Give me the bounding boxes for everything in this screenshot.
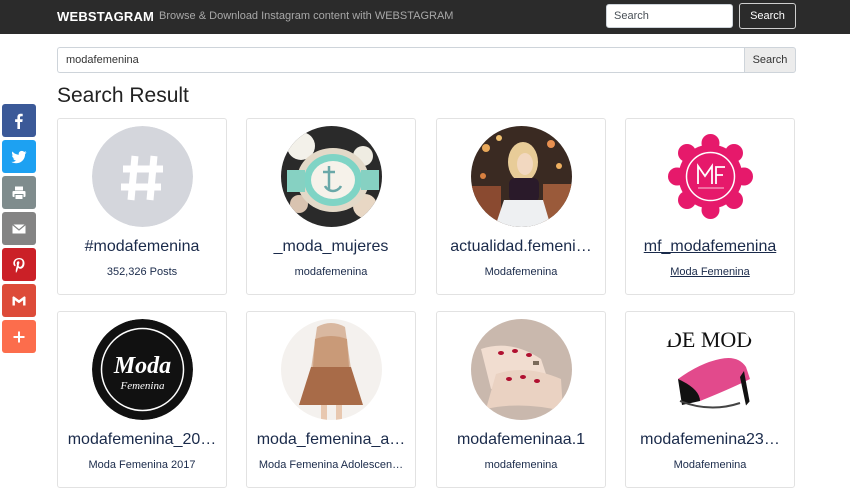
result-title[interactable]: moda_femenina_a… [247,431,415,449]
result-title[interactable]: modafemenina_20… [58,431,226,449]
profile-avatar[interactable]: DE MOD [660,319,761,420]
result-title[interactable]: modafemeninaa.1 [437,431,605,449]
result-subtitle: Moda Femenina Adolescen… [258,459,404,471]
pinterest-share-button[interactable] [2,248,36,281]
result-title[interactable]: _moda_mujeres [247,238,415,256]
result-card[interactable]: modafemeninaa.1 modafemenina [436,311,606,488]
result-card[interactable]: moda_femenina_a… Moda Femenina Adolescen… [246,311,416,488]
facebook-icon [15,113,23,129]
result-title[interactable]: #modafemenina [58,238,226,256]
hands-photo-icon [471,319,572,420]
envelope-icon [12,223,26,233]
navbar-search-button[interactable]: Search [739,3,796,29]
profile-avatar[interactable]: Moda Femenina [92,319,193,420]
print-icon [12,186,26,200]
result-subtitle[interactable]: Moda Femenina [626,266,794,278]
top-navbar: WEBSTAGRAM Browse & Download Instagram c… [0,0,850,34]
profile-avatar[interactable] [281,126,382,227]
shoe-photo-icon: DE MOD [660,319,761,420]
result-card[interactable]: mf_modafemenina Moda Femenina [625,118,795,295]
result-subtitle: Modafemenina [484,266,558,278]
result-subtitle: Moda Femenina 2017 [88,459,196,471]
result-card[interactable]: Moda Femenina modafemenina_20… Moda Feme… [57,311,227,488]
result-subtitle: 352,326 Posts [106,266,178,278]
brand-logo[interactable]: WEBSTAGRAM [57,9,154,24]
main-search-button[interactable]: Search [744,47,796,73]
logo-text-femenina: Femenina [120,380,165,392]
logo-text-de-mod: DE MOD [666,327,752,352]
navbar-search-input[interactable] [606,4,733,28]
main-search-input[interactable] [57,47,745,73]
result-card[interactable]: actualidad.femeni… Modafemenina [436,118,606,295]
watch-photo-icon [281,126,382,227]
profile-avatar[interactable] [471,319,572,420]
twitter-share-button[interactable] [2,140,36,173]
pinterest-icon [13,257,25,273]
twitter-icon [11,150,27,163]
result-card[interactable]: _moda_mujeres modafemenina [246,118,416,295]
hashtag-icon [92,126,193,227]
result-title[interactable]: modafemenina23… [626,431,794,449]
logo-text-moda: Moda [113,353,171,379]
facebook-share-button[interactable] [2,104,36,137]
result-card[interactable]: #modafemenina 352,326 Posts [57,118,227,295]
profile-avatar[interactable] [471,126,572,227]
result-title[interactable]: actualidad.femeni… [437,238,605,256]
woman-photo-icon [471,126,572,227]
more-share-button[interactable] [2,320,36,353]
search-results-grid: #modafemenina 352,326 Posts _moda_mujere… [57,118,797,492]
result-card[interactable]: DE MOD modafemenina23… Modafemenina [625,311,795,488]
gmail-share-button[interactable] [2,284,36,317]
page-title: Search Result [57,84,189,107]
gmail-icon [12,295,26,305]
profile-avatar[interactable] [660,126,761,227]
hashtag-avatar[interactable] [92,126,193,227]
profile-avatar[interactable] [281,319,382,420]
outfit-photo-icon [281,319,382,420]
result-subtitle: modafemenina [484,459,558,471]
result-subtitle: Modafemenina [673,459,747,471]
moda-femenina-logo-icon: Moda Femenina [92,319,193,420]
mf-logo-icon [660,126,761,227]
plus-icon [13,331,25,342]
result-title[interactable]: mf_modafemenina [626,238,794,256]
email-share-button[interactable] [2,212,36,245]
navbar-tagline: Browse & Download Instagram content with… [159,10,454,22]
result-subtitle: modafemenina [294,266,368,278]
print-share-button[interactable] [2,176,36,209]
